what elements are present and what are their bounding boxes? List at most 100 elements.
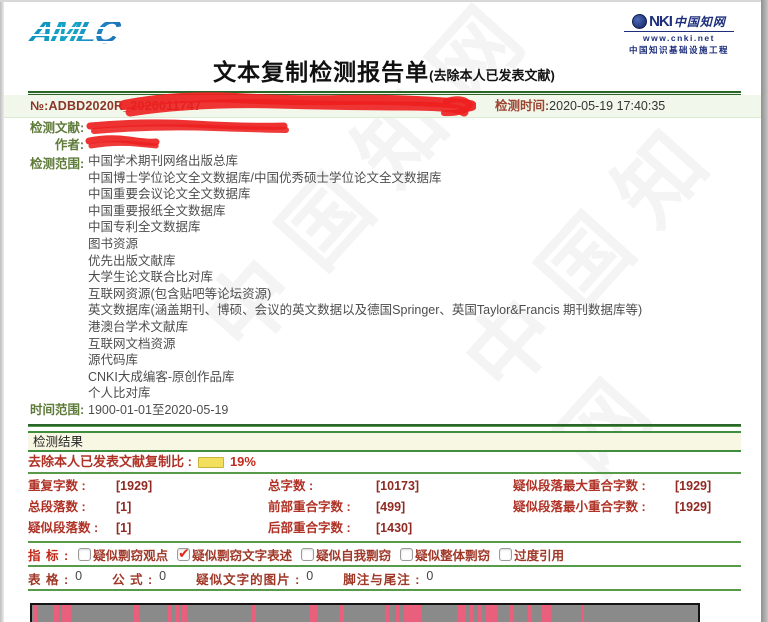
doc-label: 检测文献: [30, 121, 85, 135]
overlap-segment[interactable] [175, 605, 179, 622]
copy-ratio-row: 去除本人已发表文献复制比 : 19% [28, 452, 741, 475]
overlap-segment[interactable] [540, 605, 552, 622]
page-title-main: 文本复制检测报告单 [213, 59, 430, 85]
overlap-segment[interactable] [456, 605, 466, 622]
scope-database-item: 港澳台学术文献库 [88, 319, 189, 334]
cnki-globe-icon [632, 14, 648, 29]
scope-database-item: 互联网文档资源 [88, 336, 176, 351]
window-edge-top [0, 0, 768, 2]
scope-list: 中国学术期刊网络出版总库中国博士学位论文全文数据库/中国优秀硕士学位论文全文数据… [88, 153, 642, 402]
indicator-label: 疑似剽窃文字表述 [192, 548, 293, 563]
author-label: 作者: [54, 137, 84, 152]
overlap-visualization-bar[interactable] [30, 603, 700, 622]
stat-label: 疑似段落最大重合字数 : [513, 479, 646, 494]
overlap-segment[interactable] [510, 605, 513, 622]
results-header: 检测结果 [28, 431, 741, 453]
indicator-item[interactable]: 疑似剽窃观点 [78, 545, 168, 564]
count-label: 表 格 : [28, 572, 70, 587]
overlap-segment[interactable] [61, 605, 72, 622]
stat-value: [1929] [675, 500, 712, 515]
doc-row: 检测文献: [30, 120, 768, 137]
indicator-label: 疑似整体剽窃 [415, 548, 491, 563]
indicator-checkbox[interactable] [177, 545, 191, 562]
overlap-segment[interactable] [478, 605, 482, 622]
time-range-row: 时间范围: 1900-01-01至2020-05-19 [30, 402, 768, 419]
time-range-value: 1900-01-01至2020-05-19 [88, 402, 229, 417]
stat-cell: 总字数 : [10173] [268, 476, 513, 497]
stat-value: [1430] [376, 521, 413, 536]
indicators-row: 指 标 : 疑似剽窃观点 疑似剽窃文字表述 疑似自我剽窃 疑似整体剽窃 过度引用 [28, 543, 741, 568]
indicator-checkbox[interactable] [499, 547, 513, 561]
indicator-item[interactable]: 疑似自我剽窃 [301, 545, 391, 564]
indicator-label: 疑似剽窃观点 [93, 548, 169, 563]
amlc-logo: AMLC [25, 13, 155, 50]
indicators-label: 指 标 : [28, 548, 70, 563]
overlap-segment[interactable] [582, 605, 585, 622]
indicator-label: 过度引用 [514, 548, 565, 563]
scope-database-item: 中国学术期刊网络出版总库 [88, 154, 239, 168]
count-label: 脚注与尾注 : [343, 572, 421, 587]
cnki-logo-name: NKI [649, 13, 673, 30]
report-number-band: №:ADBD2020R_2020011747 检测时间:2020-05-19 1… [0, 92, 768, 118]
indicator-checkbox[interactable] [78, 547, 92, 561]
count-value: 0 [426, 568, 434, 583]
overlap-segment[interactable] [339, 605, 344, 622]
count-label: 公 式 : [112, 572, 154, 587]
statistics-grid: 重复字数 : [1929] 总字数 : [10173] 疑似段落最大重合字数 :… [28, 476, 741, 539]
indicator-label: 疑似自我剽窃 [316, 548, 392, 563]
cnki-slogan: 中国知识基础设施工程 [628, 45, 729, 55]
overlap-segment[interactable] [528, 605, 533, 622]
stat-cell: 总段落数 : [1] [28, 497, 268, 518]
window-edge-left [0, 0, 4, 622]
overlap-segment[interactable] [404, 605, 421, 622]
overlap-segment[interactable] [395, 605, 399, 622]
stat-value: [1929] [675, 479, 712, 494]
amlc-logo-stripes [25, 15, 155, 49]
page-title-sub: (去除本人已发表文献) [429, 68, 555, 83]
indicator-item[interactable]: 疑似剽窃文字表述 [177, 545, 292, 564]
scope-database-item: 中国博士学位论文全文数据库/中国优秀硕士学位论文全文数据库 [88, 170, 442, 185]
check-time-label: 检测时间: [495, 99, 550, 113]
stat-cell [513, 518, 741, 539]
document-info: 检测文献: 作者: 检测范围: 中国学术期刊网络出版总库 中国博士学位论文全文数据… [0, 118, 768, 424]
overlap-segment[interactable] [468, 605, 473, 622]
stat-cell: 疑似段落最大重合字数 : [1929] [513, 476, 741, 497]
cnki-logo-chinese: 中国知网 [673, 15, 726, 29]
window-edge-right[interactable] [761, 0, 768, 622]
overlap-segment[interactable] [180, 605, 187, 622]
stat-label: 疑似段落最小重合字数 : [513, 500, 646, 515]
stat-label: 疑似段落数 : [28, 521, 99, 536]
count-item: 公 式 : 0 [112, 569, 166, 588]
count-label: 疑似文字的图片 : [196, 572, 301, 587]
copy-ratio-label: 去除本人已发表文献复制比 : [28, 454, 192, 470]
scope-database-item: 中国专利全文数据库 [88, 220, 201, 235]
overlap-segment[interactable] [133, 605, 140, 622]
overlap-segment[interactable] [485, 605, 497, 622]
scope-database-item: 源代码库 [88, 353, 139, 368]
indicator-item[interactable]: 疑似整体剽窃 [400, 545, 490, 564]
stat-label: 总段落数 : [28, 500, 86, 515]
overlap-segment[interactable] [167, 605, 172, 622]
stat-cell: 疑似段落数 : [1] [28, 518, 268, 539]
overlap-segment[interactable] [32, 605, 38, 622]
report-page: 中国知网 中国知网 AMLC NKI 中国知网 www.cnki.net 中国知… [0, 0, 768, 622]
overlap-segment[interactable] [251, 605, 256, 622]
stat-cell: 前部重合字数 : [499] [268, 497, 513, 518]
scope-database-item: 中国重要报纸全文数据库 [88, 203, 226, 218]
page-title: 文本复制检测报告单(去除本人已发表文献) [0, 58, 768, 88]
stat-value: [1] [116, 500, 132, 515]
divider-results [28, 424, 741, 428]
scope-database-item: 互联网资源(包含贴吧等论坛资源) [88, 286, 272, 301]
indicator-item[interactable]: 过度引用 [499, 545, 564, 564]
stat-label: 总字数 : [268, 479, 314, 494]
stat-value: [499] [376, 500, 406, 515]
stat-label [513, 518, 671, 539]
scope-database-item: 个人比对库 [88, 386, 151, 401]
overlap-segment[interactable] [52, 605, 59, 622]
scope-database-item: 大学生论文联合比对库 [88, 270, 214, 285]
overlap-segment[interactable] [384, 605, 389, 622]
indicator-checkbox[interactable] [400, 547, 414, 561]
indicator-checkbox[interactable] [301, 547, 315, 561]
overlap-segment[interactable] [309, 605, 318, 622]
report-header: AMLC NKI 中国知网 www.cnki.net 中国知识基础设施工程 [0, 0, 768, 58]
